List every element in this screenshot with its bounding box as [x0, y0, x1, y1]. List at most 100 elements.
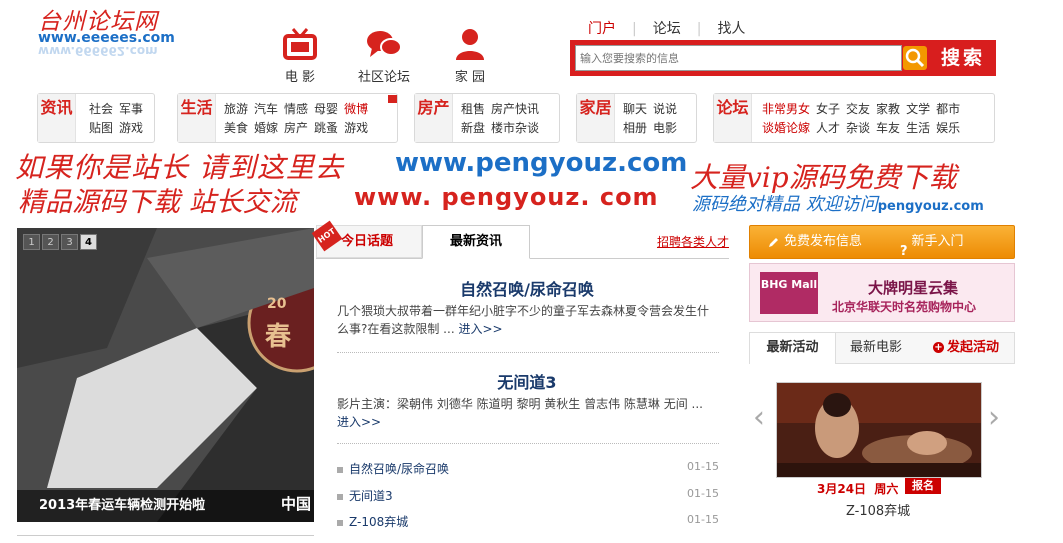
category-home: 家居 聊天 说说 相册 电影: [576, 93, 697, 143]
nav-movie[interactable]: 电 影: [270, 28, 330, 85]
category-link[interactable]: 情感: [284, 100, 308, 119]
slide-page-button-active[interactable]: 4: [80, 234, 97, 250]
category-link[interactable]: 杂谈: [846, 119, 870, 138]
list-item-date: 01-15: [687, 460, 719, 473]
slide-caption[interactable]: 2013年春运车辆检测开始啦: [17, 490, 314, 522]
nav-home-label: 家 园: [454, 70, 486, 85]
category-link[interactable]: 非常男女: [762, 100, 810, 119]
search-input-box: [575, 45, 902, 71]
news-item-desc: 几个猥琐大叔带着一群年纪小脏字不少的童子军去森林夏令营会发生什么事?在看这款限制…: [337, 302, 717, 338]
divider: [337, 443, 719, 444]
activity-weekday: 周六: [874, 482, 899, 496]
publish-info-button[interactable]: 免费发布信息: [768, 226, 862, 258]
category-link[interactable]: 相册: [623, 119, 647, 138]
prev-arrow-icon[interactable]: ‹: [753, 400, 765, 435]
tab-latest-news[interactable]: 最新资讯: [422, 225, 530, 259]
category-link[interactable]: 婚嫁: [254, 119, 278, 138]
category-label-text: 论坛: [716, 98, 749, 117]
bullet-icon: [337, 466, 343, 473]
category-link[interactable]: 跳蚤: [314, 119, 338, 138]
launch-activity-label: 发起活动: [947, 340, 1000, 355]
news-item-title[interactable]: 无间道3: [337, 369, 717, 393]
activity-photo[interactable]: [776, 382, 982, 478]
category-link[interactable]: 军事: [119, 100, 143, 119]
mall-ad[interactable]: BHG Mall 大牌明星云集 北京华联天时名苑购物中心: [749, 263, 1015, 322]
category-link[interactable]: 游戏: [119, 119, 143, 138]
category-link[interactable]: 都市: [936, 100, 960, 119]
search-icon[interactable]: [903, 46, 927, 70]
ad-right2[interactable]: 源码绝对精品 欢迎访问pengyouz.com: [692, 190, 984, 216]
category-link[interactable]: 社会: [89, 100, 113, 119]
category-link[interactable]: 房产: [284, 119, 308, 138]
top-nav-forum[interactable]: 论坛: [653, 18, 681, 38]
slide-page-button[interactable]: 2: [42, 234, 59, 250]
slide-pager: 1234: [23, 234, 99, 250]
divider: |: [696, 21, 702, 37]
category-link[interactable]: 美食: [224, 119, 248, 138]
category-link[interactable]: 生活: [906, 119, 930, 138]
category-link[interactable]: 女子: [816, 100, 840, 119]
slide-page-button[interactable]: 3: [61, 234, 78, 250]
category-link[interactable]: 新盘: [461, 119, 485, 138]
nav-community[interactable]: 社区论坛: [354, 28, 414, 85]
category-link[interactable]: 租售: [461, 100, 485, 119]
news-item-title[interactable]: 自然召唤/尿命召唤: [337, 276, 717, 300]
category-link[interactable]: 游戏: [344, 119, 368, 138]
category-link-weibo[interactable]: 微博: [344, 100, 368, 119]
ad-line2-url[interactable]: www. pengyouz. com: [354, 183, 659, 211]
news-item-more-link[interactable]: 进入>>: [337, 415, 381, 429]
category-link[interactable]: 楼市杂谈: [491, 119, 539, 138]
category-label[interactable]: 生活: [178, 94, 216, 142]
launch-activity-button[interactable]: + 发起活动: [933, 333, 999, 363]
ad-line2[interactable]: 精品源码下载 站长交流: [18, 180, 297, 219]
search-bar: 搜索: [570, 40, 996, 76]
category-link[interactable]: 贴图: [89, 119, 113, 138]
news-item-more-link[interactable]: 进入>>: [458, 322, 502, 336]
category-link[interactable]: 聊天: [623, 100, 647, 119]
category-link[interactable]: 交友: [846, 100, 870, 119]
recruit-link[interactable]: 招聘各类人才: [657, 233, 729, 250]
category-link[interactable]: 人才: [816, 119, 840, 138]
top-nav-find-people[interactable]: 找人: [717, 18, 745, 38]
activity-caption[interactable]: Z-108弃城: [846, 500, 910, 519]
slide-watermark: 中国: [280, 495, 311, 513]
category-link[interactable]: 说说: [653, 100, 677, 119]
category-label[interactable]: 家居: [577, 94, 615, 142]
news-tabs: 今日话题 HOT 最新资讯 招聘各类人才: [311, 220, 729, 259]
category-link[interactable]: 房产快讯: [491, 100, 539, 119]
tv-icon: [283, 28, 317, 60]
category-link[interactable]: 谈婚论嫁: [762, 119, 810, 138]
newbie-guide-button[interactable]: ?新手入门: [900, 226, 964, 259]
category-label[interactable]: 资讯: [38, 94, 76, 142]
search-button[interactable]: 搜索: [930, 40, 996, 76]
tab-latest-activity[interactable]: 最新活动: [750, 333, 836, 364]
category-link[interactable]: 文学: [906, 100, 930, 119]
slideshow[interactable]: 20 春 1234 2013年春运车辆检测开始啦 中国: [17, 228, 314, 522]
category-link[interactable]: 娱乐: [936, 119, 960, 138]
category-link[interactable]: 电影: [653, 119, 677, 138]
list-item-title: Z-108弃城: [349, 515, 409, 529]
next-arrow-icon[interactable]: ›: [988, 400, 1000, 435]
category-label[interactable]: 房产: [415, 94, 453, 142]
slide-page-button[interactable]: 1: [23, 234, 40, 250]
category-label-text: 资讯: [40, 98, 73, 117]
ad-line1-url[interactable]: www.pengyouz.com: [395, 148, 687, 178]
search-input[interactable]: [576, 46, 866, 70]
category-label[interactable]: 论坛: [714, 94, 752, 142]
slide-stamp-year: 20: [267, 296, 287, 312]
top-nav-portal[interactable]: 门户: [588, 18, 616, 42]
category-link[interactable]: 家教: [876, 100, 900, 119]
category-label-text: 房产: [417, 98, 450, 117]
tab-latest-movie[interactable]: 最新电影: [850, 333, 902, 363]
nav-home[interactable]: 家 园: [440, 28, 500, 85]
list-item[interactable]: 自然召唤/尿命召唤 01-15: [337, 460, 719, 477]
signup-badge[interactable]: 报名: [905, 478, 941, 494]
category-link[interactable]: 母婴: [314, 100, 338, 119]
category-link[interactable]: 汽车: [254, 100, 278, 119]
category-link[interactable]: 车友: [876, 119, 900, 138]
category-link[interactable]: 旅游: [224, 100, 248, 119]
list-item[interactable]: Z-108弃城 01-15: [337, 513, 719, 530]
slide-image: [17, 228, 314, 522]
list-item[interactable]: 无间道3 01-15: [337, 487, 719, 504]
mall-ad-subtitle: 北京华联天时名苑购物中心: [832, 300, 977, 314]
